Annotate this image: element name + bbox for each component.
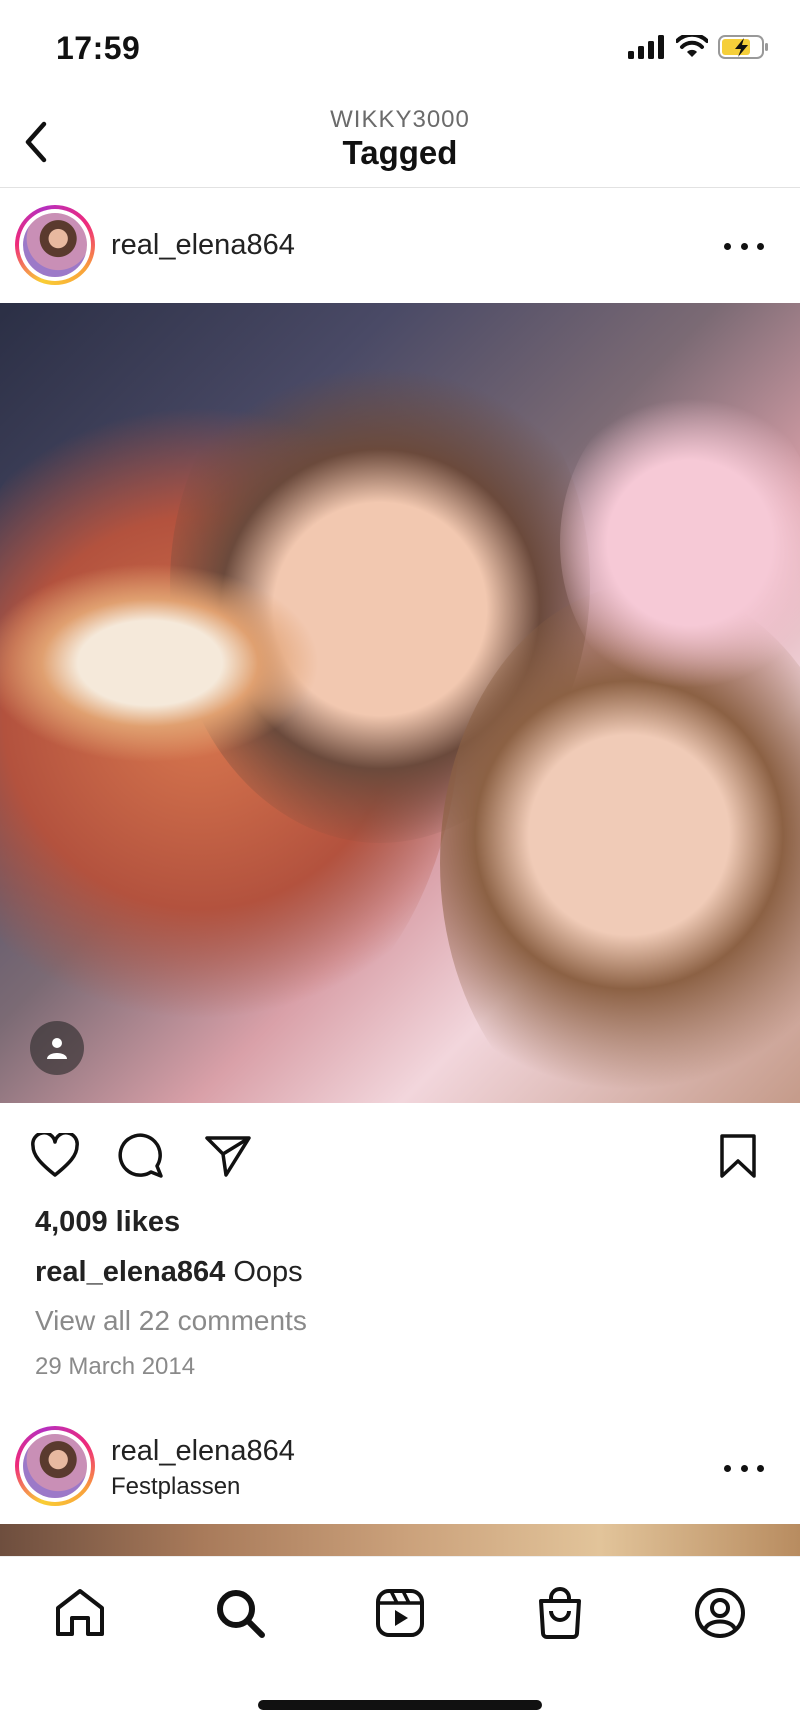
tagged-people-button[interactable] [30,1021,84,1075]
view-comments-link[interactable]: View all 22 comments [35,1305,307,1337]
post-photo[interactable] [0,303,800,1103]
heart-icon [31,1133,79,1177]
avatar[interactable] [15,1426,95,1506]
tab-home[interactable] [48,1581,112,1645]
post-actions [0,1120,800,1192]
avatar-image [23,1434,87,1498]
tab-shop[interactable] [528,1581,592,1645]
status-bar: 17:59 [0,0,800,100]
status-time: 17:59 [56,30,141,66]
home-indicator [258,1700,542,1710]
page-title: Tagged [342,134,458,171]
bottom-tab-bar [0,1556,800,1732]
tab-profile[interactable] [688,1581,752,1645]
post-caption: real_elena864 Oops [35,1256,303,1289]
wifi-icon [676,35,708,57]
post-photo[interactable] [0,1524,800,1556]
post-username[interactable]: real_elena864 [111,229,295,262]
caption-text: Oops [233,1256,303,1288]
comment-icon [118,1133,163,1178]
more-options-button[interactable] [724,236,764,256]
more-options-button[interactable] [724,1458,764,1478]
bookmark-icon [720,1134,756,1178]
tab-reels[interactable] [368,1581,432,1645]
battery-charging-icon [718,35,768,59]
post-header: real_elena864 Festplassen [0,1413,800,1523]
comment-button[interactable] [113,1128,169,1184]
home-icon [56,1589,104,1636]
caption-username[interactable]: real_elena864 [35,1256,225,1288]
post-username[interactable]: real_elena864 [111,1435,295,1468]
like-count[interactable]: 4,009 likes [35,1206,180,1239]
share-icon [205,1136,251,1177]
status-icons [628,34,770,60]
like-button[interactable] [27,1128,83,1184]
person-icon [47,1038,67,1059]
avatar[interactable] [15,205,95,285]
reels-icon [376,1589,424,1637]
signal-icon [628,35,664,59]
shop-icon [539,1587,581,1639]
avatar-image [23,213,87,277]
search-icon [217,1590,265,1638]
share-button[interactable] [200,1128,256,1184]
header-username: WIKKY3000 [330,106,470,133]
post-header: real_elena864 [0,193,800,303]
post-date: 29 March 2014 [35,1353,196,1380]
post-location[interactable]: Festplassen [111,1473,240,1501]
save-button[interactable] [710,1128,766,1184]
top-nav-header: WIKKY3000 Tagged [0,100,800,188]
profile-icon [695,1588,745,1638]
tab-search[interactable] [208,1581,272,1645]
